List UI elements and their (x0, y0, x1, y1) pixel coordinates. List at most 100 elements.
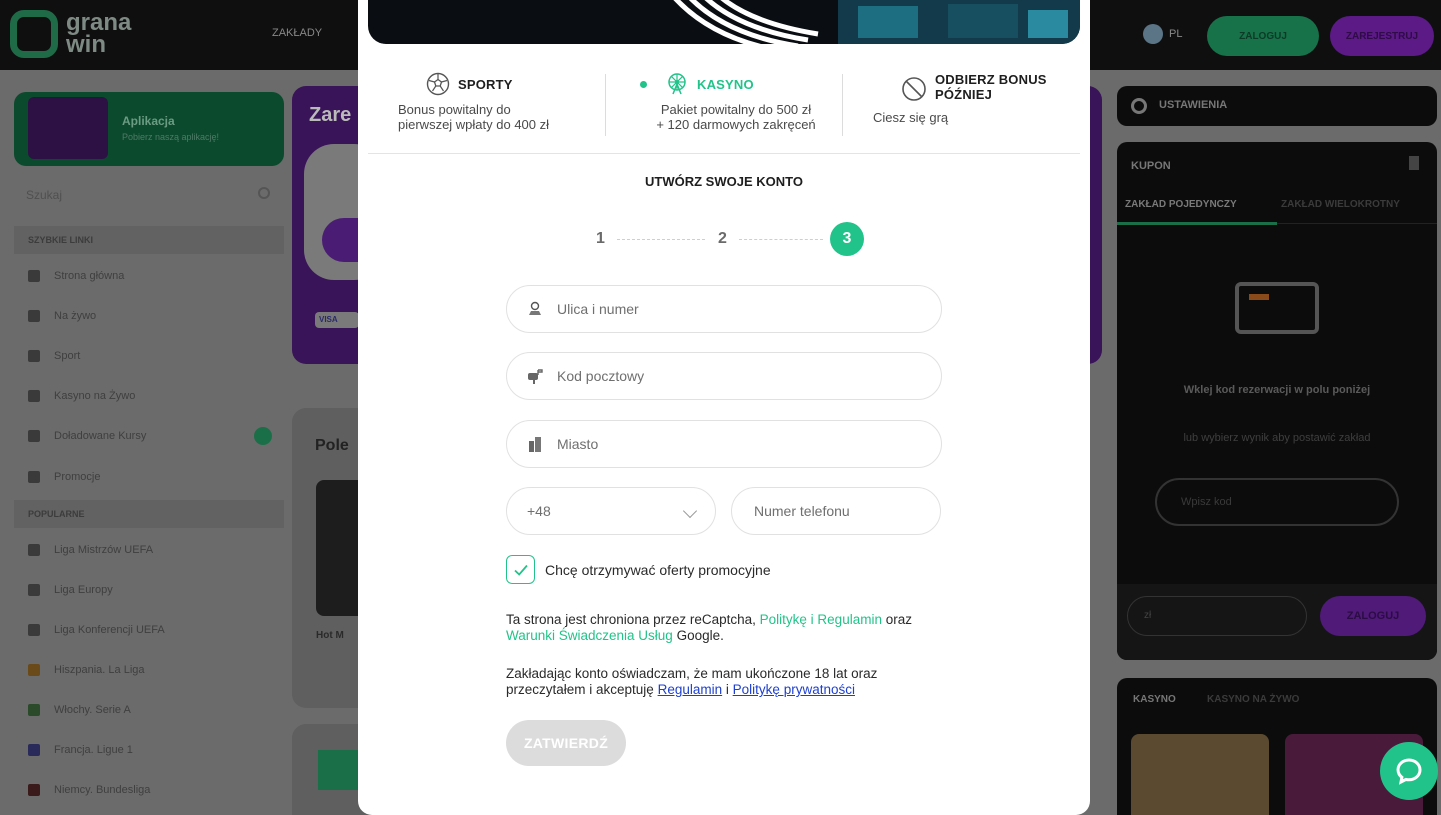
step-3-active: 3 (830, 222, 864, 256)
language-switch[interactable]: PL (1143, 24, 1182, 44)
sidebar-item-league[interactable]: Niemcy. Bundesliga (14, 771, 284, 809)
sidebar-item-promotions[interactable]: Promocje (14, 458, 284, 496)
sidebar-item-league[interactable]: Liga Europy (14, 571, 284, 609)
map-pin-icon (529, 301, 541, 315)
logo[interactable]: grana win (10, 10, 146, 58)
stake-login-button[interactable]: ZALOGUJ (1320, 596, 1426, 636)
booking-code-input[interactable]: Wpisz kod (1155, 478, 1399, 526)
trophy-icon (28, 584, 40, 596)
bonus-desc-line: Bonus powitalny do (398, 102, 511, 117)
section-title: Pole (315, 437, 349, 454)
quick-links-header[interactable]: SZYBKIE LINKI (14, 226, 284, 254)
sidebar-item-league[interactable]: Hiszpania. La Liga (14, 651, 284, 689)
spain-flag-icon (28, 664, 40, 676)
terms-link[interactable]: Regulamin (658, 682, 723, 697)
casino-game-thumbnail[interactable] (1131, 734, 1269, 815)
coupon-panel: KUPON ZAKŁAD POJEDYNCZY ZAKŁAD WIELOKROT… (1117, 142, 1437, 660)
bonus-description: Bonus powitalny do pierwszej wpłaty do 4… (398, 102, 598, 132)
legal-text: Google. (676, 628, 724, 643)
trash-icon[interactable] (1409, 156, 1419, 170)
settings-bar[interactable]: USTAWIENIA (1117, 86, 1437, 126)
league-icon (28, 544, 40, 556)
selected-dot-icon (640, 80, 647, 88)
policy-link[interactable]: Politykę i Regulamin (760, 612, 882, 627)
visa-logo: VISA (315, 312, 359, 328)
sidebar-item-label: Sport (54, 350, 81, 362)
legal-text: Ta strona jest chroniona przez reCaptcha… (506, 612, 756, 627)
cards-icon (28, 390, 40, 402)
city-input[interactable]: Miasto (506, 420, 942, 468)
count-badge (254, 427, 272, 445)
tab-multi-bet[interactable]: ZAKŁAD WIELOKROTNY (1281, 199, 1400, 210)
bonus-description: Ciesz się grą (873, 110, 949, 125)
league-icon (28, 624, 40, 636)
tab-single-bet[interactable]: ZAKŁAD POJEDYNCZY (1125, 199, 1237, 210)
sidebar-item-sport[interactable]: Sport (14, 337, 284, 375)
bonus-options: SPORTY Bonus powitalny do pierwszej wpła… (368, 72, 1080, 154)
mailbox-icon (528, 369, 543, 384)
bonus-option-header: SPORTY (426, 72, 598, 96)
privacy-policy-link[interactable]: Politykę prywatności (733, 682, 855, 697)
street-input[interactable]: Ulica i numer (506, 285, 942, 333)
logo-text: grana win (66, 9, 132, 58)
boost-icon (28, 430, 40, 442)
login-button[interactable]: ZALOGUJ (1207, 16, 1319, 56)
bonus-title: KASYNO (697, 76, 754, 92)
age-consent-notice: Zakładając konto oświadczam, że mam ukoń… (506, 666, 906, 698)
coupon-hint: lub wybierz wynik aby postawić zakład (1183, 432, 1371, 444)
sidebar-item-label: Francja. Ligue 1 (54, 744, 133, 756)
popular-header[interactable]: POPULARNE (14, 500, 284, 528)
nav-bets[interactable]: ZAKŁADY (272, 27, 322, 39)
submit-button[interactable]: ZATWIERDŹ (506, 720, 626, 766)
soccer-ball-icon (426, 72, 450, 96)
coupon-stake-bar: zł ZALOGUJ (1117, 584, 1437, 660)
sidebar-item-league[interactable]: Liga Mistrzów UEFA (14, 531, 284, 569)
city-placeholder: Miasto (557, 436, 599, 452)
postal-code-input[interactable]: Kod pocztowy (506, 352, 942, 400)
sidebar-item-label: Liga Europy (54, 584, 113, 596)
bonus-option-casino[interactable]: KASYNO Pakiet powitalny do 500 zł + 120 … (636, 72, 836, 142)
ferris-wheel-icon (668, 73, 686, 95)
sidebar-item-boosted-odds[interactable]: Doładowane Kursy (14, 417, 284, 455)
phone-number-input[interactable]: Numer telefonu (731, 487, 941, 535)
sidebar-item-league[interactable]: Liga Konferencji UEFA (14, 611, 284, 649)
sidebar-item-league[interactable]: Francja. Ligue 1 (14, 731, 284, 769)
terms-of-service-link[interactable]: Warunki Świadczenia Usług (506, 628, 673, 643)
no-entry-icon (902, 77, 926, 101)
promo-checkbox-label: Chcę otrzymywać oferty promocyjne (545, 561, 771, 578)
sidebar-item-live[interactable]: Na żywo (14, 297, 284, 335)
stake-input[interactable]: zł (1127, 596, 1307, 636)
promo-checkbox[interactable] (506, 555, 535, 584)
sidebar-item-label: Na żywo (54, 310, 97, 322)
france-flag-icon (28, 744, 40, 756)
sidebar-item-league[interactable]: Włochy. Serie A (14, 691, 284, 729)
promo-consent[interactable]: Chcę otrzymywać oferty promocyjne (506, 555, 771, 584)
phone-prefix-select[interactable]: +48 (506, 487, 716, 535)
step-1: 1 (596, 230, 605, 247)
register-button[interactable]: ZAREJESTRUJ (1330, 16, 1434, 56)
tab-casino[interactable]: KASYNO (1133, 694, 1176, 705)
live-chat-button[interactable] (1380, 742, 1438, 800)
street-placeholder: Ulica i numer (557, 301, 639, 317)
game-title[interactable]: Hot M (316, 630, 344, 641)
sidebar-item-home[interactable]: Strona główna (14, 257, 284, 295)
sidebar-item-label: Włochy. Serie A (54, 704, 131, 716)
bonus-option-sports[interactable]: SPORTY Bonus powitalny do pierwszej wpła… (398, 72, 598, 142)
sidebar-item-live-casino[interactable]: Kasyno na Żywo (14, 377, 284, 415)
coupon-message: Wklej kod rezerwacji w polu poniżej (1183, 384, 1371, 396)
tab-live-casino[interactable]: KASYNO NA ŻYWO (1207, 694, 1299, 705)
sidebar-item-label: Liga Mistrzów UEFA (54, 544, 154, 556)
logo-mark-icon (10, 10, 58, 58)
legal-text: i (725, 682, 729, 697)
phone-prefix-value: +48 (527, 503, 551, 519)
coupon-tabs: ZAKŁAD POJEDYNCZY ZAKŁAD WIELOKROTNY (1117, 190, 1437, 224)
bonus-title-line: ODBIERZ BONUS (935, 72, 1047, 87)
bonus-desc-line: pierwszej wpłaty do 400 zł (398, 117, 550, 132)
app-title: Aplikacja (122, 114, 175, 128)
bonus-option-later[interactable]: ODBIERZ BONUS PÓŹNIEJ Ciesz się grą (873, 72, 1073, 142)
bonus-description: Pakiet powitalny do 500 zł + 120 darmowy… (636, 102, 836, 132)
sidebar-search[interactable]: Szukaj (14, 178, 284, 212)
app-promo-card[interactable]: Aplikacja Pobierz naszą aplikację! (14, 92, 284, 166)
bonus-title: ODBIERZ BONUS PÓŹNIEJ (935, 72, 1047, 102)
live-icon (28, 310, 40, 322)
